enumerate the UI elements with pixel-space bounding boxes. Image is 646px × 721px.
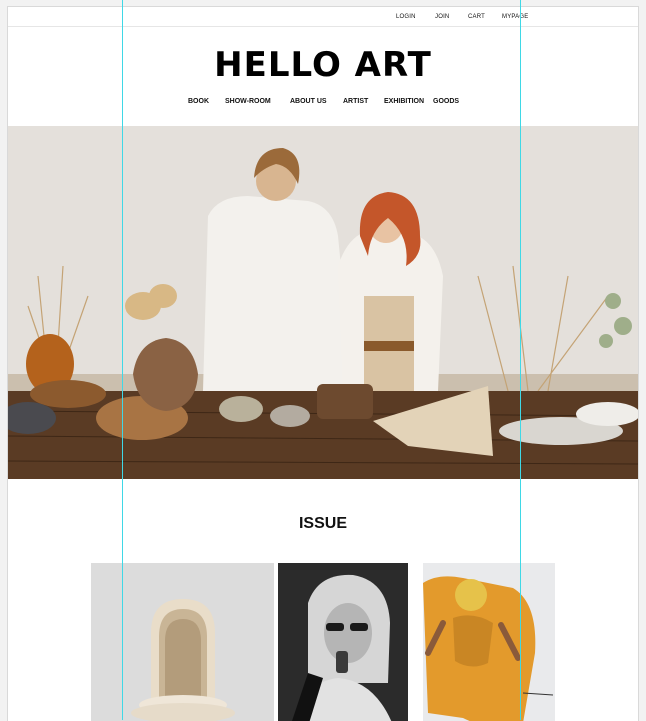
cart-link[interactable]: CART <box>468 14 485 20</box>
nav-item-exhibition[interactable]: EXHIBITION <box>384 98 424 105</box>
hero-image[interactable] <box>8 126 638 479</box>
nav-item-goods[interactable]: GOODS <box>433 98 459 105</box>
main-nav: BOOK SHOW-ROOM ABOUT US ARTIST EXHIBITIO… <box>8 98 638 110</box>
issue-card-orange-chair[interactable] <box>423 563 555 721</box>
hero-photo-illustration <box>8 126 638 479</box>
nav-item-show-room[interactable]: SHOW-ROOM <box>225 98 271 105</box>
site-logo[interactable]: HELLO ART <box>8 45 638 85</box>
nav-item-book[interactable]: BOOK <box>188 98 209 105</box>
layout-guide-right <box>520 0 521 720</box>
page: LOGIN JOIN CART MYPAGE HELLO ART BOOK SH… <box>7 6 639 721</box>
issue-section-title: ISSUE <box>298 515 347 532</box>
orange-chair-image <box>423 563 555 721</box>
layout-guide-left <box>122 0 123 720</box>
mypage-link[interactable]: MYPAGE <box>502 14 528 20</box>
login-link[interactable]: LOGIN <box>396 14 416 20</box>
utility-bar: LOGIN JOIN CART MYPAGE <box>8 7 638 27</box>
portrait-image <box>278 563 408 721</box>
issue-card-arch[interactable] <box>91 563 274 721</box>
join-link[interactable]: JOIN <box>435 14 449 20</box>
nav-item-about-us[interactable]: ABOUT US <box>290 98 327 105</box>
nav-item-artist[interactable]: ARTIST <box>343 98 368 105</box>
arch-sculpture-image <box>91 563 274 721</box>
issue-card-portrait[interactable] <box>278 563 408 721</box>
